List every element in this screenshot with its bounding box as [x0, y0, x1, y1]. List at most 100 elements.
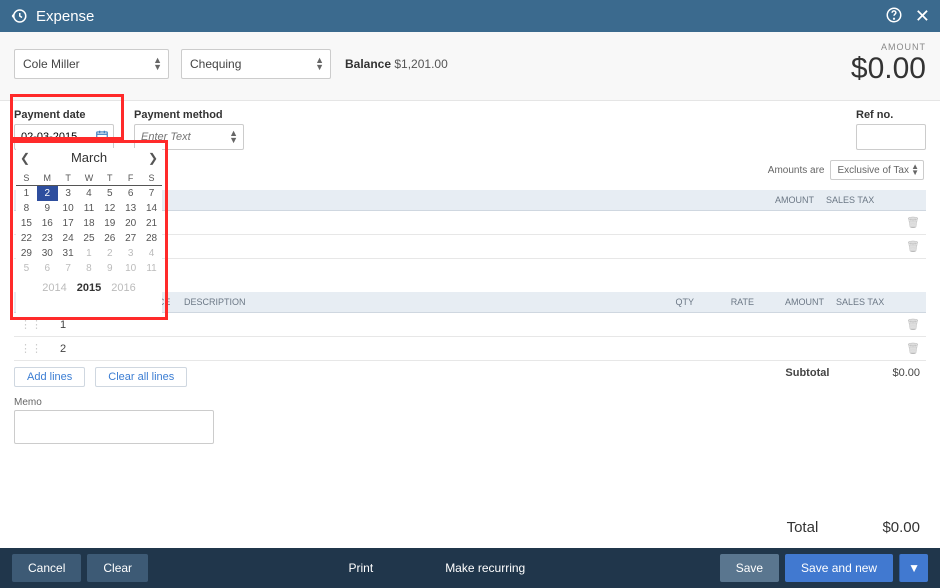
add-lines-button[interactable]: Add lines	[14, 367, 85, 387]
prev-month-button[interactable]: ❮	[20, 151, 30, 165]
table-row[interactable]: ⋮⋮2🗑	[14, 337, 926, 361]
calendar-icon[interactable]	[95, 129, 109, 143]
calendar-day[interactable]: 15	[16, 216, 37, 231]
calendar-day[interactable]: 25	[79, 231, 100, 246]
balance-label: Balance	[345, 57, 391, 71]
calendar-day[interactable]: 19	[99, 216, 120, 231]
calendar-day[interactable]: 24	[58, 231, 79, 246]
calendar-day[interactable]: 10	[58, 201, 79, 216]
calendar-day[interactable]: 1	[16, 186, 37, 202]
amount-display: AMOUNT $0.00	[851, 42, 926, 86]
year-current[interactable]: 2015	[77, 282, 101, 294]
calendar-day[interactable]: 3	[120, 246, 141, 261]
cancel-button[interactable]: Cancel	[12, 554, 81, 582]
calendar-day[interactable]: 27	[120, 231, 141, 246]
subtotal-label: Subtotal	[785, 367, 829, 379]
refno-input[interactable]	[856, 124, 926, 150]
page-title: Expense	[36, 8, 885, 25]
calendar-day[interactable]: 11	[141, 261, 162, 276]
calendar-day[interactable]: 23	[37, 231, 58, 246]
clear-lines-button[interactable]: Clear all lines	[95, 367, 187, 387]
trash-icon[interactable]: 🗑	[900, 235, 926, 259]
trash-icon[interactable]: 🗑	[900, 211, 926, 235]
calendar-day[interactable]: 20	[120, 216, 141, 231]
calendar-day[interactable]: 11	[79, 201, 100, 216]
amounts-are-select[interactable]: Exclusive of Tax ▲▼	[830, 160, 924, 180]
col-amount: AMOUNT	[760, 292, 830, 313]
drag-handle-icon[interactable]: ⋮⋮	[14, 337, 48, 361]
payment-method-input[interactable]	[134, 124, 244, 150]
year-prev[interactable]: 2014	[42, 282, 66, 294]
calendar-day[interactable]: 9	[37, 201, 58, 216]
calendar-month: March	[71, 150, 107, 165]
calendar-day[interactable]: 6	[120, 186, 141, 202]
balance-value: $1,201.00	[394, 57, 447, 71]
calendar-day[interactable]: 28	[141, 231, 162, 246]
amounts-are-label: Amounts are	[768, 165, 825, 176]
save-and-new-button[interactable]: Save and new	[785, 554, 893, 582]
caret-icon: ▲▼	[911, 164, 919, 176]
calendar-day[interactable]: 21	[141, 216, 162, 231]
make-recurring-button[interactable]: Make recurring	[429, 554, 541, 582]
calendar-day[interactable]: 5	[99, 186, 120, 202]
calendar-day[interactable]: 2	[37, 186, 58, 202]
year-next[interactable]: 2016	[111, 282, 135, 294]
drag-handle-icon[interactable]: ⋮⋮	[14, 313, 48, 337]
payment-date-label: Payment date	[14, 109, 114, 121]
payee-value: Cole Miller	[23, 57, 80, 71]
calendar-day[interactable]: 7	[58, 261, 79, 276]
payment-method-group: Payment method ▲▼	[134, 109, 244, 150]
payment-method-label: Payment method	[134, 109, 244, 121]
calendar-day[interactable]: 4	[141, 246, 162, 261]
calendar-day[interactable]: 5	[16, 261, 37, 276]
calendar-day[interactable]: 31	[58, 246, 79, 261]
balance-display: Balance $1,201.00	[345, 57, 448, 71]
calendar-day[interactable]: 29	[16, 246, 37, 261]
calendar-day[interactable]: 30	[37, 246, 58, 261]
calendar-day[interactable]: 26	[99, 231, 120, 246]
amount-caption: AMOUNT	[851, 42, 926, 52]
footer-bar: Cancel Clear Print Make recurring Save S…	[0, 548, 940, 588]
account-select[interactable]: Chequing ▲▼	[181, 49, 331, 79]
close-icon[interactable]: ✕	[915, 6, 930, 27]
help-icon[interactable]	[885, 6, 903, 27]
calendar-day[interactable]: 3	[58, 186, 79, 202]
payee-select[interactable]: Cole Miller ▲▼	[14, 49, 169, 79]
col-amount: AMOUNT	[740, 190, 820, 211]
calendar-day[interactable]: 4	[79, 186, 100, 202]
calendar-day[interactable]: 12	[99, 201, 120, 216]
save-button[interactable]: Save	[720, 554, 779, 582]
calendar-day[interactable]: 7	[141, 186, 162, 202]
calendar-day[interactable]: 17	[58, 216, 79, 231]
col-desc: DESCRIPTION	[78, 190, 740, 211]
subtotal-row: Subtotal $0.00	[765, 361, 940, 385]
memo-input[interactable]	[14, 410, 214, 444]
print-button[interactable]: Print	[333, 554, 390, 582]
calendar-day[interactable]: 14	[141, 201, 162, 216]
trash-icon[interactable]: 🗑	[900, 337, 926, 361]
caret-icon: ▲▼	[315, 57, 324, 71]
calendar-day[interactable]: 6	[37, 261, 58, 276]
calendar-day[interactable]: 9	[99, 261, 120, 276]
calendar-day[interactable]: 10	[120, 261, 141, 276]
save-dropdown-button[interactable]: ▼	[899, 554, 928, 582]
cal-day-header: S	[141, 171, 162, 186]
calendar-day[interactable]: 22	[16, 231, 37, 246]
calendar-day[interactable]: 8	[79, 261, 100, 276]
calendar-day[interactable]: 13	[120, 201, 141, 216]
memo-label: Memo	[14, 397, 926, 408]
table-row[interactable]: ⋮⋮1🗑	[14, 313, 926, 337]
calendar-day[interactable]: 1	[79, 246, 100, 261]
cal-day-header: F	[120, 171, 141, 186]
window-header: Expense ✕	[0, 0, 940, 32]
cal-day-header: W	[79, 171, 100, 186]
next-month-button[interactable]: ❯	[148, 151, 158, 165]
clear-button[interactable]: Clear	[87, 554, 148, 582]
calendar-day[interactable]: 8	[16, 201, 37, 216]
trash-icon[interactable]: 🗑	[900, 313, 926, 337]
calendar-day[interactable]: 16	[37, 216, 58, 231]
calendar-day[interactable]: 18	[79, 216, 100, 231]
total-value: $0.00	[882, 519, 920, 536]
clock-back-icon[interactable]	[10, 7, 28, 25]
calendar-day[interactable]: 2	[99, 246, 120, 261]
